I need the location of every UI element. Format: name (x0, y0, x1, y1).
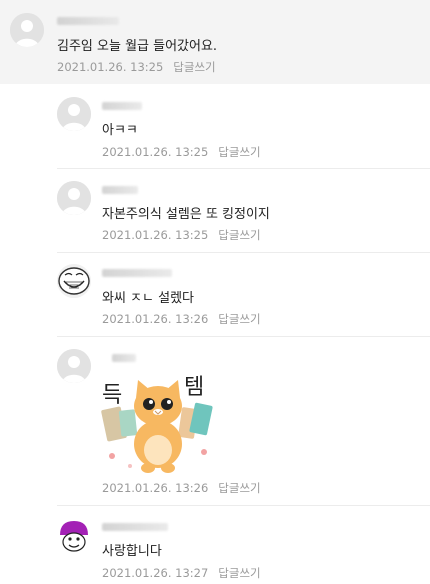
comment-date: 2021.01.26. 13:27 (102, 566, 209, 580)
comment-text: 아ㅋㅋ (102, 123, 138, 138)
comment-meta: 2021.01.26. 13:25 답글쓰기 (102, 227, 261, 243)
author-name-redacted (102, 186, 138, 194)
default-avatar-icon[interactable] (57, 181, 91, 215)
divider (57, 168, 430, 169)
divider (57, 252, 430, 253)
reply-button[interactable]: 답글쓰기 (218, 228, 260, 242)
comment-text: 자본주의식 설렘은 또 킹정이지 (102, 207, 270, 222)
divider (57, 505, 430, 506)
default-avatar-icon[interactable] (57, 97, 91, 131)
reply-button[interactable]: 답글쓰기 (218, 566, 260, 580)
author-name-redacted (102, 523, 168, 531)
default-avatar-icon[interactable] (10, 13, 44, 47)
comment-meta: 2021.01.26. 13:27 답글쓰기 (102, 565, 261, 581)
comment-date: 2021.01.26. 13:25 (102, 145, 209, 159)
author-name-redacted (102, 269, 172, 277)
top-comment: 김주임 오늘 월급 들어갔어요. 2021.01.26. 13:25 답글쓰기 (0, 0, 430, 84)
reply-button[interactable]: 답글쓰기 (218, 481, 260, 495)
comment-text: 와씨 ㅈㄴ 설렜다 (102, 291, 194, 306)
author-name-redacted (102, 102, 142, 110)
reply-button[interactable]: 답글쓰기 (173, 60, 215, 74)
cat-with-shopping-bags-sticker: 득 템 (101, 375, 213, 473)
comment-text: 김주임 오늘 월급 들어갔어요. (57, 39, 218, 54)
comment-list: 김주임 오늘 월급 들어갔어요. 2021.01.26. 13:25 답글쓰기 아… (0, 0, 430, 584)
comment-date: 2021.01.26. 13:25 (57, 60, 164, 74)
reply-button[interactable]: 답글쓰기 (218, 312, 260, 326)
comment-date: 2021.01.26. 13:26 (102, 481, 209, 495)
reply-button[interactable]: 답글쓰기 (218, 145, 260, 159)
comment-text: 사랑합니다 (102, 544, 162, 559)
comment-date: 2021.01.26. 13:26 (102, 312, 209, 326)
comment-date: 2021.01.26. 13:25 (102, 228, 209, 242)
comment-meta: 2021.01.26. 13:25 답글쓰기 (102, 144, 261, 160)
svg-text:득: 득 (102, 383, 122, 408)
svg-text:템: 템 (184, 375, 204, 400)
divider (57, 336, 430, 337)
author-name-redacted (57, 17, 119, 25)
comment-meta: 2021.01.26. 13:26 답글쓰기 (102, 311, 261, 327)
purple-character-avatar-icon[interactable] (57, 518, 91, 552)
comment-meta: 2021.01.26. 13:26 답글쓰기 (102, 480, 261, 496)
default-avatar-icon[interactable] (57, 349, 91, 383)
trollface-avatar-icon[interactable] (57, 264, 91, 298)
comment-meta: 2021.01.26. 13:25 답글쓰기 (57, 59, 216, 75)
author-name-redacted (112, 354, 136, 362)
